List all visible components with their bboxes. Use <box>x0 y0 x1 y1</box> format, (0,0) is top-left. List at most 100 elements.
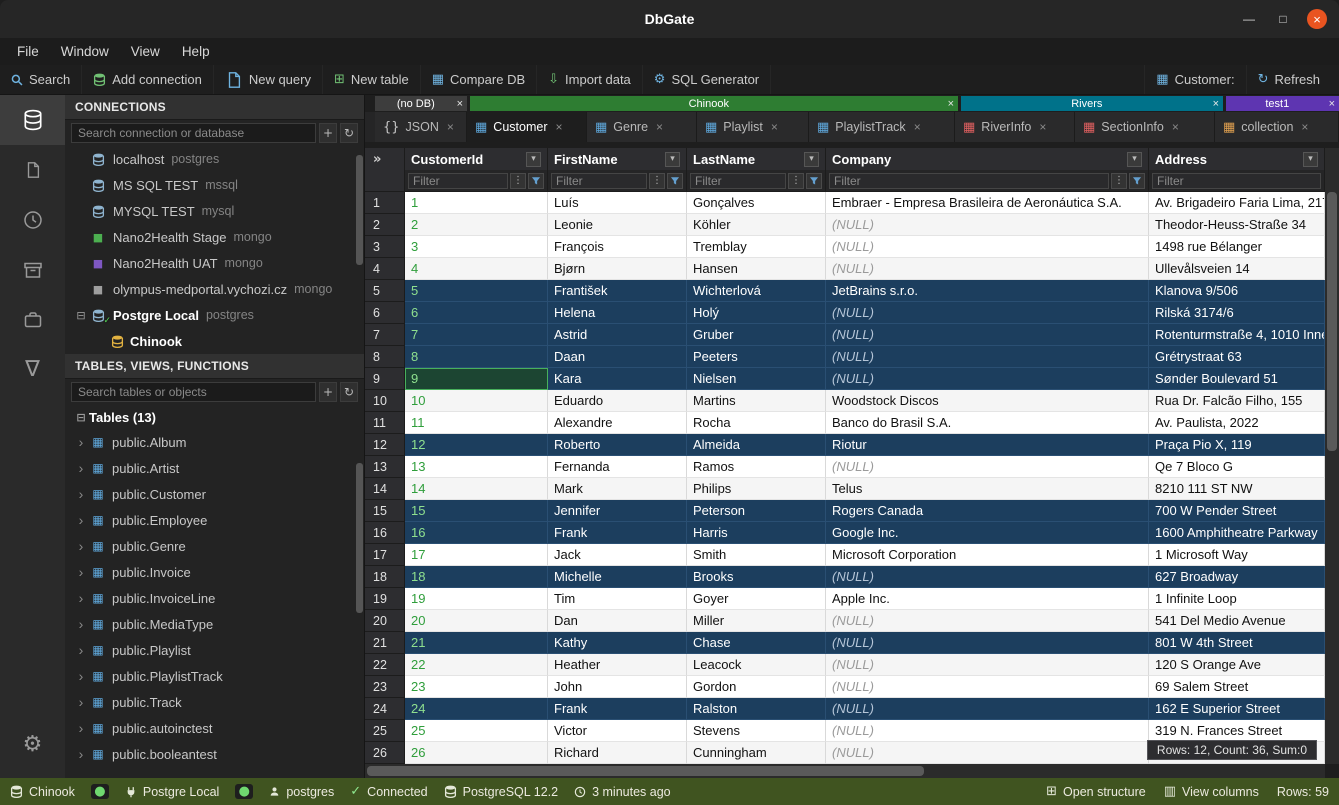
close-icon[interactable]: × <box>1172 120 1179 134</box>
grid-row[interactable]: 44BjørnHansen(NULL)Ullevålsveien 14 <box>365 258 1325 280</box>
grid-cell[interactable]: Grétrystraat 63 <box>1149 346 1325 368</box>
tab-riverinfo[interactable]: ▦RiverInfo× <box>955 112 1075 142</box>
grid-cell[interactable]: 16 <box>405 522 548 544</box>
status-postgresql-12-2[interactable]: PostgreSQL 12.2 <box>444 785 558 799</box>
filter-menu-icon[interactable]: ⋮ <box>788 173 804 189</box>
grid-cell[interactable]: 20 <box>405 610 548 632</box>
grid-cell[interactable]: Rotenturmstraße 4, 1010 Innere Stadt <box>1149 324 1325 346</box>
tab-collection[interactable]: ▦collection× <box>1215 112 1339 142</box>
row-number[interactable]: 7 <box>365 324 405 346</box>
grid-cell[interactable]: (NULL) <box>826 258 1149 280</box>
grid-cell[interactable]: Daan <box>548 346 687 368</box>
table-item-public-invoiceline[interactable]: ›▦public.InvoiceLine <box>65 585 364 611</box>
column-header-address[interactable]: Address▾ <box>1149 148 1325 170</box>
row-number[interactable]: 23 <box>365 676 405 698</box>
row-number[interactable]: 14 <box>365 478 405 500</box>
grid-cell[interactable]: Telus <box>826 478 1149 500</box>
connection-localhost[interactable]: localhostpostgres <box>65 146 364 172</box>
grid-row[interactable]: 1212RobertoAlmeidaRioturPraça Pio X, 119 <box>365 434 1325 456</box>
connections-scrollbar[interactable] <box>356 155 363 265</box>
chevron-right-icon[interactable]: › <box>73 668 89 684</box>
grid-cell[interactable]: 11 <box>405 412 548 434</box>
row-number[interactable]: 8 <box>365 346 405 368</box>
grid-cell[interactable]: Astrid <box>548 324 687 346</box>
grid-cell[interactable]: Gordon <box>687 676 826 698</box>
chevron-down-icon[interactable]: ▾ <box>804 152 819 167</box>
close-icon[interactable]: × <box>1039 120 1046 134</box>
grid-row[interactable]: 2525VictorStevens(NULL)319 N. Frances St… <box>365 720 1325 742</box>
grid-cell[interactable]: (NULL) <box>826 302 1149 324</box>
vertical-scrollbar-thumb[interactable] <box>1327 192 1337 451</box>
grid-cell[interactable]: František <box>548 280 687 302</box>
grid-cell[interactable]: 700 W Pender Street <box>1149 500 1325 522</box>
menu-help[interactable]: Help <box>171 40 221 63</box>
grid-cell[interactable]: 13 <box>405 456 548 478</box>
table-item-public-invoice[interactable]: ›▦public.Invoice <box>65 559 364 585</box>
close-icon[interactable]: × <box>1329 98 1335 110</box>
grid-cell[interactable]: Goyer <box>687 588 826 610</box>
grid-cell[interactable]: Embraer - Empresa Brasileira de Aeronáut… <box>826 192 1149 214</box>
chevron-right-icon[interactable]: › <box>73 486 89 502</box>
column-header-firstname[interactable]: FirstName▾ <box>548 148 687 170</box>
import-data-button[interactable]: ⇩Import data <box>537 65 643 94</box>
maximize-button[interactable]: □ <box>1273 9 1293 29</box>
connection-ms-sql-test[interactable]: MS SQL TESTmssql <box>65 172 364 198</box>
row-number[interactable]: 15 <box>365 500 405 522</box>
filter-input[interactable] <box>551 173 647 189</box>
row-number[interactable]: 16 <box>365 522 405 544</box>
grid-cell[interactable]: 9 <box>405 368 548 390</box>
row-number[interactable]: 19 <box>365 588 405 610</box>
row-number[interactable]: 10 <box>365 390 405 412</box>
tables-group-row[interactable]: ⊟ Tables (13) <box>65 405 364 429</box>
connection-olympus-medportal-vychozi-cz[interactable]: ■olympus-medportal.vychozi.czmongo <box>65 276 364 302</box>
row-number[interactable]: 5 <box>365 280 405 302</box>
vertical-scrollbar[interactable] <box>1325 148 1339 764</box>
grid-cell[interactable]: 1600 Amphitheatre Parkway <box>1149 522 1325 544</box>
connection-mysql-test[interactable]: MYSQL TESTmysql <box>65 198 364 224</box>
grid-cell[interactable]: 1 Microsoft Way <box>1149 544 1325 566</box>
grid-cell[interactable]: 22 <box>405 654 548 676</box>
grid-cell[interactable]: Stevens <box>687 720 826 742</box>
files-icon[interactable] <box>0 145 65 195</box>
row-number[interactable]: 11 <box>365 412 405 434</box>
grid-cell[interactable]: Frank <box>548 698 687 720</box>
grid-cell[interactable]: 162 E Superior Street <box>1149 698 1325 720</box>
grid-cell[interactable]: (NULL) <box>826 676 1149 698</box>
chevron-right-icon[interactable]: › <box>73 590 89 606</box>
grid-cell[interactable]: (NULL) <box>826 742 1149 764</box>
settings-icon[interactable]: ⚙ <box>0 720 65 770</box>
grid-cell[interactable]: 627 Broadway <box>1149 566 1325 588</box>
grid-cell[interactable]: François <box>548 236 687 258</box>
grid-cell[interactable]: (NULL) <box>826 654 1149 676</box>
history-icon[interactable] <box>0 195 65 245</box>
grid-cell[interactable]: Smith <box>687 544 826 566</box>
tab-sectioninfo[interactable]: ▦SectionInfo× <box>1075 112 1215 142</box>
grid-row[interactable]: 55FrantišekWichterlováJetBrains s.r.o.Kl… <box>365 280 1325 302</box>
grid-row[interactable]: 1414MarkPhilipsTelus8210 111 ST NW <box>365 478 1325 500</box>
table-item-public-artist[interactable]: ›▦public.Artist <box>65 455 364 481</box>
row-number[interactable]: 24 <box>365 698 405 720</box>
row-number[interactable]: 12 <box>365 434 405 456</box>
grid-cell[interactable]: Dan <box>548 610 687 632</box>
grid-cell[interactable]: 23 <box>405 676 548 698</box>
grid-row[interactable]: 1919TimGoyerApple Inc.1 Infinite Loop <box>365 588 1325 610</box>
filter-input[interactable] <box>408 173 508 189</box>
search-button[interactable]: Search <box>0 65 82 94</box>
table-item-public-genre[interactable]: ›▦public.Genre <box>65 533 364 559</box>
grid-cell[interactable]: 801 W 4th Street <box>1149 632 1325 654</box>
connection-postgre-local[interactable]: ⊟✓Postgre Localpostgres <box>65 302 364 328</box>
grid-cell[interactable]: Qe 7 Bloco G <box>1149 456 1325 478</box>
grid-cell[interactable]: Gruber <box>687 324 826 346</box>
grid-cell[interactable]: 1498 rue Bélanger <box>1149 236 1325 258</box>
grid-cell[interactable]: (NULL) <box>826 324 1149 346</box>
grid-cell[interactable]: Banco do Brasil S.A. <box>826 412 1149 434</box>
grid-cell[interactable]: Bjørn <box>548 258 687 280</box>
grid-row[interactable]: 2121KathyChase(NULL)801 W 4th Street <box>365 632 1325 654</box>
grid-cell[interactable]: 18 <box>405 566 548 588</box>
add-connection-mini-button[interactable]: + <box>319 123 337 143</box>
grid-row[interactable]: 2424FrankRalston(NULL)162 E Superior Str… <box>365 698 1325 720</box>
grid-cell[interactable]: Nielsen <box>687 368 826 390</box>
grid-cell[interactable]: 8 <box>405 346 548 368</box>
chevron-right-icon[interactable]: › <box>73 694 89 710</box>
grid-cell[interactable]: Ullevålsveien 14 <box>1149 258 1325 280</box>
